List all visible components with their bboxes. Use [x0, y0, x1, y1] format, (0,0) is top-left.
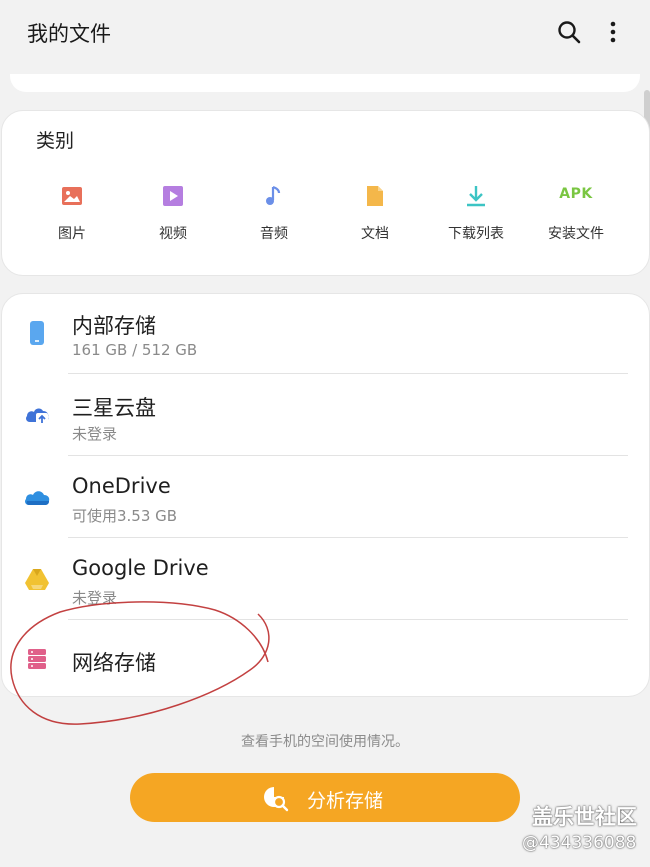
storage-hint: 查看手机的空间使用情况。: [241, 734, 409, 750]
storage-google-drive[interactable]: Google Drive 未登录: [1, 539, 648, 621]
category-audio[interactable]: 音频: [224, 180, 324, 244]
search-icon[interactable]: [556, 19, 582, 45]
analyze-storage-label: 分析存储: [307, 790, 384, 812]
network-storage-icon: [28, 649, 46, 669]
storage-name: Google Drive: [72, 556, 209, 580]
category-label: 文档: [361, 226, 389, 242]
cloud-upload-icon: [26, 408, 49, 425]
storage-network[interactable]: 网络存储: [1, 621, 648, 703]
category-label: 安装文件: [548, 226, 604, 242]
more-vert-icon[interactable]: [603, 19, 623, 45]
divider: [68, 455, 628, 456]
storage-detail: 未登录: [72, 589, 118, 607]
apk-icon: APK: [559, 186, 593, 202]
categories-title: 类别: [36, 130, 75, 152]
category-label: 音频: [260, 226, 288, 242]
watermark-user-id: @434336088: [522, 833, 637, 853]
storage-internal[interactable]: 内部存储 161 GB / 512 GB: [1, 293, 648, 375]
storage-detail: 161 GB / 512 GB: [72, 341, 198, 359]
divider: [68, 537, 628, 538]
app-bar: 我的文件: [0, 0, 650, 66]
google-drive-icon: [25, 569, 49, 590]
storage-name: OneDrive: [72, 474, 171, 498]
document-icon: [367, 186, 383, 206]
previous-card-edge: [10, 74, 640, 92]
storage-name: 内部存储: [72, 314, 156, 338]
analyze-icon: [264, 787, 289, 812]
category-label: 图片: [58, 226, 86, 242]
analyze-storage-button[interactable]: 分析存储: [130, 773, 520, 822]
onedrive-icon: [25, 491, 50, 505]
music-icon: [266, 185, 281, 205]
phone-icon: [30, 321, 44, 345]
storage-name: 网络存储: [72, 651, 156, 675]
storage-onedrive[interactable]: OneDrive 可使用3.53 GB: [1, 457, 648, 539]
video-icon: [163, 186, 183, 206]
storage-name: 三星云盘: [72, 396, 156, 420]
storage-samsung-cloud[interactable]: 三星云盘 未登录: [1, 375, 648, 457]
download-icon: [467, 186, 485, 207]
divider: [68, 373, 628, 374]
category-documents[interactable]: 文档: [325, 180, 425, 244]
page-title: 我的文件: [27, 22, 111, 46]
watermark-community: 盖乐世社区: [532, 805, 637, 829]
category-downloads[interactable]: 下载列表: [426, 180, 526, 244]
divider: [68, 619, 628, 620]
category-installers[interactable]: APK 安装文件: [526, 180, 626, 244]
storage-detail: 未登录: [72, 425, 118, 443]
storage-detail: 可使用3.53 GB: [72, 507, 178, 525]
category-label: 下载列表: [448, 226, 504, 242]
category-label: 视频: [159, 226, 187, 242]
category-videos[interactable]: 视频: [123, 180, 223, 244]
category-images[interactable]: 图片: [22, 180, 122, 244]
image-icon: [62, 187, 82, 205]
